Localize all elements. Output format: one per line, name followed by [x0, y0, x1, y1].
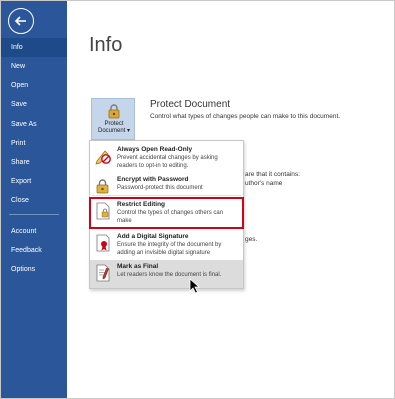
menu-item-description: Password-protect this document — [117, 185, 203, 191]
inspect-text-3: ges. — [245, 236, 258, 243]
nav-divider — [9, 214, 59, 215]
nav-item-new[interactable]: New — [1, 57, 67, 76]
protect-document-button[interactable]: Protect Document ▾ — [91, 98, 135, 140]
menu-item-description: Control the types of changes others can … — [117, 210, 224, 224]
back-arrow-icon — [14, 16, 26, 26]
nav-item-info[interactable]: Info — [1, 38, 67, 57]
lock-icon — [96, 179, 109, 194]
menu-divider — [92, 195, 241, 196]
nav-item-save-as[interactable]: Save As — [1, 115, 67, 134]
menu-item-description: Ensure the integrity of the document by … — [117, 242, 222, 256]
document-lock-icon — [96, 202, 110, 220]
menu-item-title: Encrypt with Password — [117, 176, 189, 183]
menu-item-description: Prevent accidental changes by asking rea… — [117, 155, 218, 169]
menu-item-title: Add a Digital Signature — [117, 233, 189, 240]
menu-item-add-digital-signature[interactable]: Add a Digital Signature Ensure the integ… — [90, 230, 243, 260]
inspect-text-1: are that it contains: — [245, 171, 300, 178]
nav-item-export[interactable]: Export — [1, 172, 67, 191]
back-button[interactable] — [8, 8, 34, 34]
nav-item-close[interactable]: Close — [1, 191, 67, 210]
menu-item-description: Let readers know the document is final. — [117, 272, 222, 278]
lock-key-icon — [108, 104, 120, 119]
inspect-text-2: uthor's name — [245, 180, 283, 187]
mouse-pointer-icon — [189, 278, 201, 294]
nav-item-save[interactable]: Save — [1, 95, 67, 114]
signature-ribbon-icon — [96, 234, 110, 252]
menu-item-restrict-editing[interactable]: Restrict Editing Control the types of ch… — [89, 197, 244, 229]
page-title: Info — [89, 34, 123, 56]
nav-item-print[interactable]: Print — [1, 134, 67, 153]
menu-item-title: Restrict Editing — [117, 201, 166, 208]
backstage-nav: Info New Open Save Save As Print Share E… — [1, 1, 67, 398]
nav-item-account[interactable]: Account — [1, 222, 67, 241]
protect-button-label-2: Document ▾ — [97, 128, 131, 134]
protect-button-label-1: Protect — [104, 121, 124, 127]
protect-document-menu: Always Open Read-Only Prevent accidental… — [89, 140, 244, 289]
nav-item-open[interactable]: Open — [1, 76, 67, 95]
mark-as-final-icon — [96, 264, 110, 282]
menu-item-title: Mark as Final — [117, 263, 159, 270]
nav-item-options[interactable]: Options — [1, 260, 67, 279]
pencil-no-icon — [95, 150, 111, 165]
nav-item-share[interactable]: Share — [1, 153, 67, 172]
protect-heading: Protect Document — [150, 99, 231, 110]
protect-description: Control what types of changes people can… — [150, 113, 341, 120]
nav-item-feedback[interactable]: Feedback — [1, 241, 67, 260]
menu-item-title: Always Open Read-Only — [117, 146, 193, 153]
menu-item-mark-as-final[interactable]: Mark as Final Let readers know the docum… — [90, 260, 243, 288]
menu-item-always-open-read-only[interactable]: Always Open Read-Only Prevent accidental… — [90, 143, 243, 173]
